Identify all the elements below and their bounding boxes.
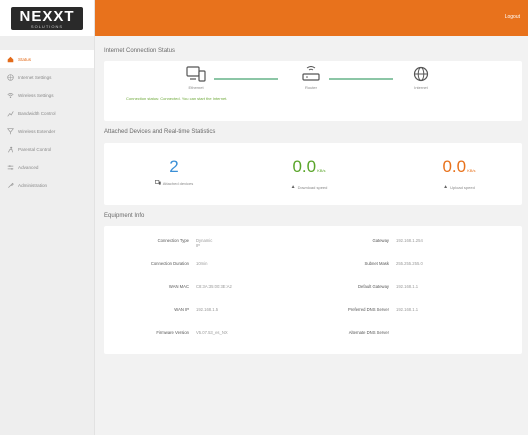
attached-devices-label: Attached devices	[162, 181, 194, 186]
logo-text: NEXXT	[19, 7, 75, 25]
main-content: Internet Connection Status Ethernet Rout…	[95, 36, 528, 435]
attached-devices-count: 2	[169, 157, 179, 176]
upload-icon: ▲	[443, 184, 449, 190]
sidebar-item-bandwidth-control[interactable]: Bandwidth Control	[0, 104, 94, 122]
extender-icon	[6, 127, 14, 135]
bandwidth-icon	[6, 109, 14, 117]
sidebar-item-administration[interactable]: Administration	[0, 176, 94, 194]
tools-icon	[6, 181, 14, 189]
equipment-info-title: Equipment Info	[104, 213, 145, 219]
sidebar-item-label: Internet Settings	[18, 74, 52, 80]
router-node: Router	[291, 66, 331, 90]
sliders-icon	[6, 163, 14, 171]
connection-line-1	[214, 78, 278, 80]
brand-logo: NEXXT SOLUTIONS	[0, 0, 94, 36]
attached-devices-stat[interactable]: 2 Attached devices	[144, 158, 204, 187]
sidebar-item-wireless-extender[interactable]: Wireless Extender	[0, 122, 94, 140]
sidebar-item-internet-settings[interactable]: Internet Settings	[0, 68, 94, 86]
download-speed-label: Download speed	[297, 184, 328, 190]
top-bar: Logout	[95, 0, 528, 36]
router-icon	[302, 66, 320, 81]
internet-status-card: Ethernet Router Internet Connection stat…	[104, 61, 522, 121]
sidebar-item-label: Administration	[18, 182, 48, 188]
sidebar: NEXXT SOLUTIONS Status Internet Settings	[0, 0, 95, 435]
ethernet-label: Ethernet	[188, 85, 204, 90]
sidebar-item-label: Status	[18, 56, 32, 62]
sidebar-item-advanced[interactable]: Advanced	[0, 158, 94, 176]
connection-line-2	[329, 78, 393, 80]
sidebar-item-label: Bandwidth Control	[18, 110, 56, 116]
connection-status-text: Connection status: Connected. You can st…	[126, 96, 228, 101]
equipment-info-card: Connection Type Dynamic IP Connection Du…	[104, 226, 522, 354]
attached-devices-title: Attached Devices and Real-time Statistic…	[104, 129, 216, 135]
internet-status-title: Internet Connection Status	[104, 48, 176, 54]
ethernet-node: Ethernet	[176, 66, 216, 90]
sidebar-item-label: Wireless Settings	[18, 92, 54, 98]
download-icon: ▲	[290, 184, 296, 190]
sidebar-item-label: Wireless Extender	[18, 128, 56, 134]
download-speed-value: 0.0KB/s	[292, 157, 326, 176]
globe-icon	[6, 73, 14, 81]
internet-node: Internet	[401, 66, 441, 90]
sidebar-item-status[interactable]: Status	[0, 50, 94, 68]
attached-devices-card: 2 Attached devices 0.0KB/s ▲ Download sp…	[104, 143, 522, 205]
download-speed-unit: KB/s	[317, 168, 326, 173]
devices-icon	[154, 180, 161, 187]
sidebar-item-label: Advanced	[18, 164, 39, 170]
router-admin-app: NEXXT SOLUTIONS Status Internet Settings	[0, 0, 528, 435]
logout-link[interactable]: Logout	[505, 14, 520, 20]
upload-speed-unit: KB/s	[467, 168, 476, 173]
devices-icon	[186, 66, 206, 82]
sidebar-item-label: Parental Control	[18, 146, 52, 152]
sidebar-item-parental-control[interactable]: Parental Control	[0, 140, 94, 158]
wifi-icon	[6, 91, 14, 99]
internet-label: Internet	[414, 85, 428, 90]
upload-speed-label: Upload speed	[450, 184, 475, 190]
globe-icon	[413, 66, 429, 82]
router-label: Router	[304, 85, 317, 90]
home-icon	[6, 55, 14, 63]
upload-speed-value: 0.0KB/s	[442, 157, 476, 176]
sidebar-item-wireless-settings[interactable]: Wireless Settings	[0, 86, 94, 104]
parental-icon	[6, 145, 14, 153]
download-speed-stat: 0.0KB/s ▲ Download speed	[274, 157, 344, 191]
sidebar-nav: Status Internet Settings Wireless Settin…	[0, 50, 94, 194]
upload-speed-stat: 0.0KB/s ▲ Upload speed	[424, 157, 494, 191]
